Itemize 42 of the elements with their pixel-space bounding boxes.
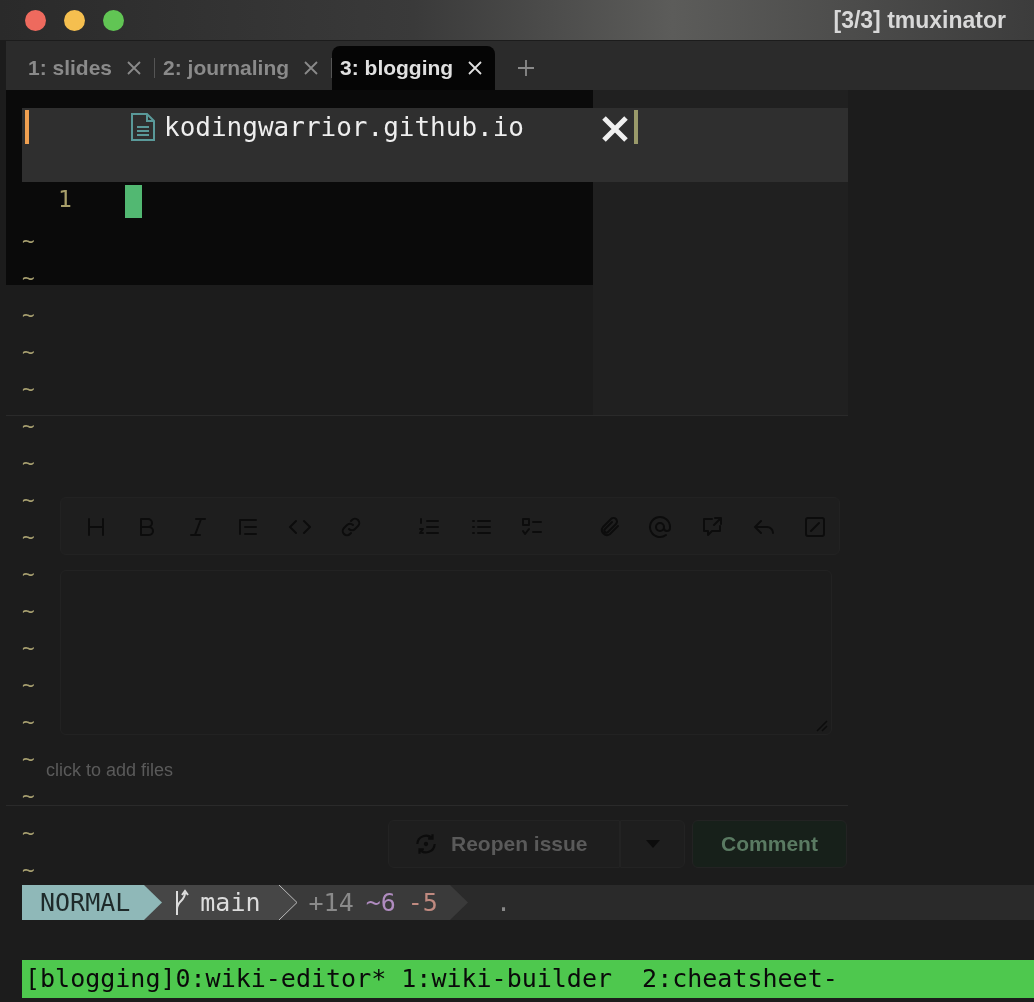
zoom-window-button[interactable] xyxy=(103,9,124,31)
empty-line-marker: ~ xyxy=(22,746,35,773)
removed-count: -5 xyxy=(407,888,438,917)
empty-line-marker: ~ xyxy=(22,635,35,662)
empty-line-marker: ~ xyxy=(22,820,35,847)
close-icon[interactable] xyxy=(600,114,630,144)
new-tab-icon[interactable] xyxy=(517,59,536,77)
empty-line-marker: ~ xyxy=(22,857,35,884)
added-count: +14 xyxy=(308,888,354,917)
file-icon xyxy=(130,112,156,142)
text-cursor xyxy=(125,185,142,218)
empty-line-marker: ~ xyxy=(22,783,35,810)
comment-button[interactable]: Comment xyxy=(692,820,847,868)
window-title: [3/3] tmuxinator xyxy=(833,6,1007,34)
line-number: 1 xyxy=(58,186,72,212)
empty-line-marker: ~ xyxy=(22,228,35,255)
close-icon[interactable] xyxy=(467,60,484,76)
dropdown-button[interactable] xyxy=(620,820,685,868)
empty-line-marker: ~ xyxy=(22,302,35,329)
empty-line-marker: ~ xyxy=(22,672,35,699)
tab[interactable]: 1: slides xyxy=(20,46,155,90)
changed-count: ~6 xyxy=(365,888,396,917)
attach-hint: click to add files xyxy=(46,760,174,781)
reopen-button[interactable]: Reopen issue xyxy=(388,820,620,868)
file-name: kodingwarrior.github.io xyxy=(164,112,525,142)
empty-line-marker: ~ xyxy=(22,376,35,403)
empty-line-marker: ~ xyxy=(22,413,35,440)
empty-line-marker: ~ xyxy=(22,709,35,736)
status-text: . xyxy=(494,888,511,917)
empty-line-marker: ~ xyxy=(22,561,35,588)
empty-line-marker: ~ xyxy=(22,339,35,366)
empty-line-marker: ~ xyxy=(22,450,35,477)
minimize-window-button[interactable] xyxy=(64,9,85,31)
empty-line-marker: ~ xyxy=(22,598,35,625)
tab[interactable]: 2: journaling xyxy=(155,46,332,90)
tab[interactable]: 3: blogging xyxy=(332,46,496,90)
empty-line-marker: ~ xyxy=(22,487,35,514)
empty-line-marker: ~ xyxy=(22,524,35,551)
tmux-status-bar: [blogging]0:wiki-editor* 1:wiki-builder 2:cheatsheet- xyxy=(22,960,1034,998)
branch-name: main xyxy=(200,888,261,917)
empty-line-marker: ~ xyxy=(22,265,35,292)
close-window-button[interactable] xyxy=(25,9,46,31)
